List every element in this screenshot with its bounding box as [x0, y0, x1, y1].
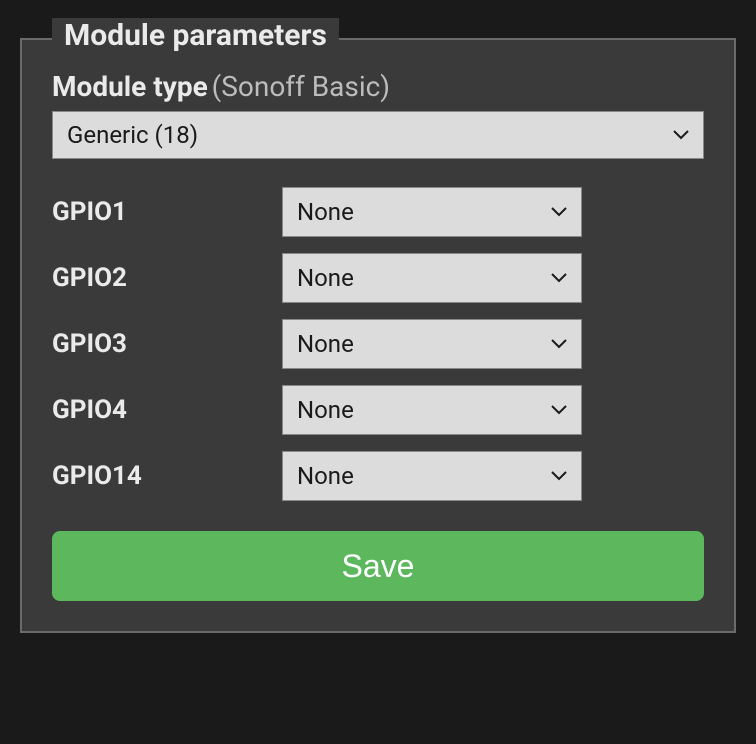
gpio-row: GPIO14 None — [52, 451, 704, 501]
gpio-row: GPIO2 None — [52, 253, 704, 303]
module-type-label: Module type — [52, 70, 208, 103]
save-button-label: Save — [342, 548, 415, 585]
gpio2-select[interactable]: None — [282, 253, 582, 303]
gpio1-select[interactable]: None — [282, 187, 582, 237]
gpio4-select[interactable]: None — [282, 385, 582, 435]
gpio-label: GPIO14 — [52, 461, 282, 491]
gpio-label: GPIO1 — [52, 197, 282, 227]
gpio-select-value: None — [297, 198, 354, 226]
chevron-down-icon — [551, 471, 567, 481]
gpio-select-value: None — [297, 264, 354, 292]
chevron-down-icon — [551, 273, 567, 283]
gpio-select-value: None — [297, 330, 354, 358]
gpio-label: GPIO2 — [52, 263, 282, 293]
gpio-select-value: None — [297, 462, 354, 490]
gpio-label: GPIO4 — [52, 395, 282, 425]
module-parameters-fieldset: Module parameters Module type (Sonoff Ba… — [20, 38, 736, 633]
chevron-down-icon — [673, 130, 689, 140]
module-type-row: Module type (Sonoff Basic) — [52, 70, 704, 103]
gpio-table: GPIO1 None GPIO2 None GPIO3 None — [52, 187, 704, 501]
gpio-row: GPIO1 None — [52, 187, 704, 237]
gpio-row: GPIO4 None — [52, 385, 704, 435]
module-type-hint: (Sonoff Basic) — [212, 70, 390, 103]
fieldset-legend: Module parameters — [52, 18, 339, 53]
gpio-label: GPIO3 — [52, 329, 282, 359]
gpio3-select[interactable]: None — [282, 319, 582, 369]
module-type-select[interactable]: Generic (18) — [52, 111, 704, 159]
gpio-row: GPIO3 None — [52, 319, 704, 369]
chevron-down-icon — [551, 207, 567, 217]
chevron-down-icon — [551, 405, 567, 415]
save-button[interactable]: Save — [52, 531, 704, 601]
gpio14-select[interactable]: None — [282, 451, 582, 501]
chevron-down-icon — [551, 339, 567, 349]
gpio-select-value: None — [297, 396, 354, 424]
module-type-selected-value: Generic (18) — [67, 121, 198, 149]
